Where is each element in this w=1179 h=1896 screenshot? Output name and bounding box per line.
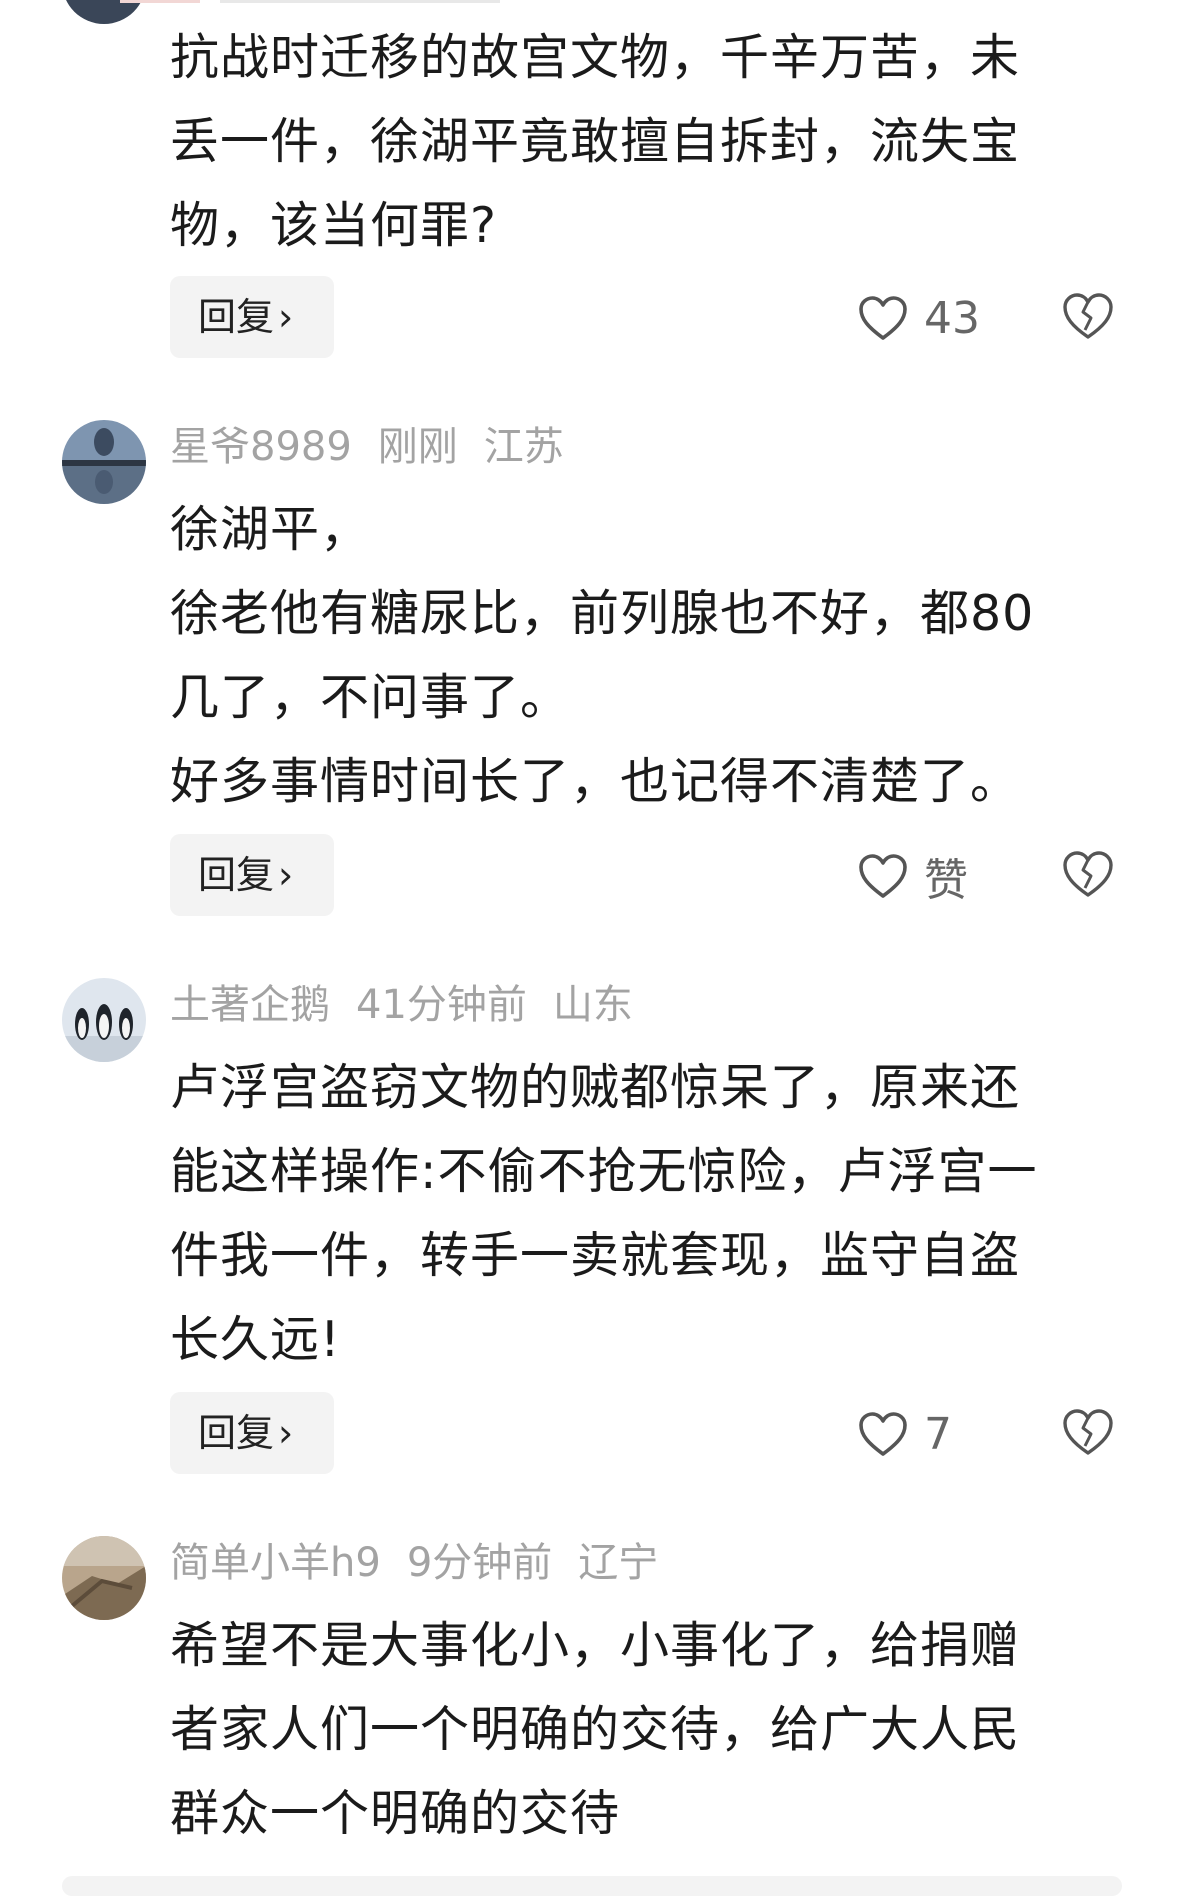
comment-body: 抗战时迁移的故宫文物，千辛万苦，未 丢一件，徐湖平竟敢擅自拆封，流失宝 物，该当… [170,16,1120,268]
location: 江苏 [483,424,564,470]
chevron-right-icon: › [278,853,294,897]
avatar-image [62,1536,146,1620]
dislike-button[interactable] [1062,850,1114,902]
comment-line: 好多事情时间长了，也记得不清楚了。 [170,753,1021,810]
reply-button[interactable]: 回复 › [170,1392,334,1474]
heart-outline-icon [859,296,907,340]
comment-line: 抗战时迁移的故宫文物，千辛万苦，未 [170,29,1021,86]
reply-button[interactable]: 回复 › [170,834,334,916]
username[interactable]: 土著企鹅 [170,982,330,1028]
reply-button[interactable]: 回复 › [170,276,334,358]
like-count: 赞 [924,855,968,906]
comment-line: 能这样操作:不偷不抢无惊险，卢浮宫一 [170,1143,1038,1200]
reply-label: 回复 [198,295,275,339]
heart-outline-icon [859,854,907,898]
next-item-peek [62,1876,1122,1896]
reply-label: 回复 [198,1411,275,1455]
heart-outline-icon [859,1412,907,1456]
avatar-image [62,420,146,504]
username[interactable]: 星爷8989 [170,424,352,470]
like-count: 43 [924,292,980,344]
comment-body: 卢浮宫盗窃文物的贼都惊呆了，原来还 能这样操作:不偷不抢无惊险，卢浮宫一 件我一… [170,1046,1120,1382]
timestamp: 刚刚 [377,424,458,470]
username[interactable]: 简单小羊h9 [170,1540,381,1586]
like-button[interactable]: 43 [858,288,980,348]
comment-line: 希望不是大事化小，小事化了，给捐赠 [170,1617,1021,1674]
comment-meta: 土著企鹅 41分钟前 山东 [170,980,633,1030]
comment-line: 长久远! [170,1311,341,1368]
location: 山东 [552,982,633,1028]
broken-heart-icon [1063,1409,1113,1455]
comment-line: 物，该当何罪? [170,197,498,254]
dislike-button[interactable] [1062,1408,1114,1460]
location: 辽宁 [578,1540,659,1586]
comment-meta: 简单小羊h9 9分钟前 辽宁 [170,1538,658,1588]
like-button[interactable]: 7 [858,1404,952,1464]
comment-line: 徐湖平， [170,501,371,558]
decorative-divider [220,0,500,3]
avatar-previous-comment[interactable] [62,0,146,24]
broken-heart-icon [1063,851,1113,897]
comment-meta: 星爷8989 刚刚 江苏 [170,422,564,472]
chevron-right-icon: › [278,1411,294,1455]
like-button[interactable]: 赞 [858,846,968,906]
like-count: 7 [924,1408,952,1460]
timestamp: 41分钟前 [356,982,527,1028]
reply-label: 回复 [198,853,275,897]
avatar[interactable] [62,1536,146,1620]
comment-line: 者家人们一个明确的交待，给广大人民 [170,1701,1021,1758]
comment-body: 希望不是大事化小，小事化了，给捐赠 者家人们一个明确的交待，给广大人民 群众一个… [170,1604,1120,1856]
avatar-image [62,978,146,1062]
comment-line: 群众一个明确的交待 [170,1785,621,1842]
dislike-button[interactable] [1062,292,1114,344]
avatar[interactable] [62,420,146,504]
comment-line: 几了，不问事了。 [170,669,571,726]
comment-body: 徐湖平， 徐老他有糖尿比，前列腺也不好，都80 几了，不问事了。 好多事情时间长… [170,488,1120,824]
comment-line: 丢一件，徐湖平竟敢擅自拆封，流失宝 [170,113,1021,170]
broken-heart-icon [1063,293,1113,339]
comment-line: 卢浮宫盗窃文物的贼都惊呆了，原来还 [170,1059,1021,1116]
timestamp: 9分钟前 [406,1540,553,1586]
chevron-right-icon: › [278,295,294,339]
decorative-divider [120,0,200,3]
avatar[interactable] [62,978,146,1062]
comment-line: 件我一件，转手一卖就套现，监守自盗 [170,1227,1021,1284]
comment-line: 徐老他有糖尿比，前列腺也不好，都80 [170,585,1035,642]
